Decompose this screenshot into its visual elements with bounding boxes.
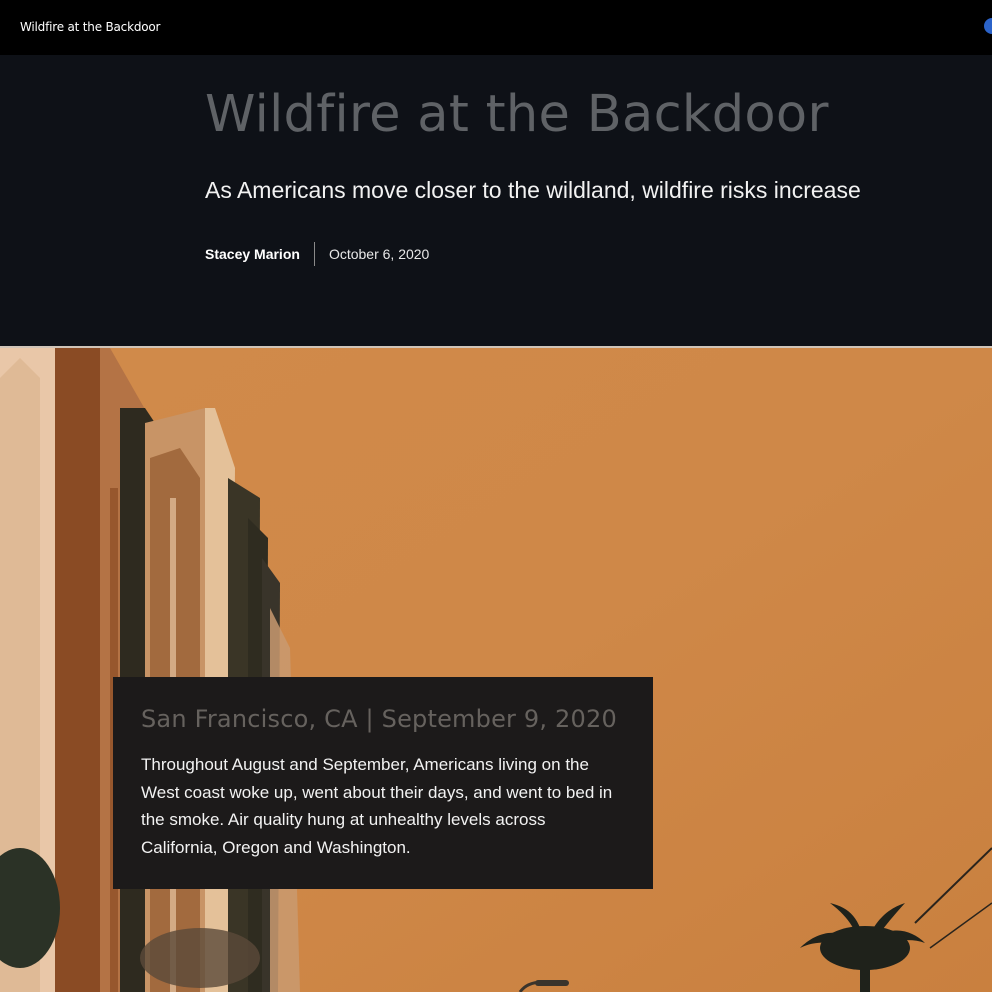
menu-button[interactable] xyxy=(984,18,992,34)
hero-photo xyxy=(0,348,992,992)
app-title[interactable]: Wildfire at the Backdoor xyxy=(20,20,160,34)
author-name: Stacey Marion xyxy=(205,246,300,262)
caption-body: Throughout August and September, America… xyxy=(141,755,613,857)
caption-panel: San Francisco, CA | September 9, 2020 Th… xyxy=(113,677,653,889)
story-header: Wildfire at the Backdoor As Americans mo… xyxy=(0,55,992,347)
caption-heading: San Francisco, CA | September 9, 2020 xyxy=(141,705,617,733)
story-subtitle: As Americans move closer to the wildland… xyxy=(205,177,861,203)
top-bar: Wildfire at the Backdoor xyxy=(0,0,992,55)
byline-separator xyxy=(313,242,315,266)
byline: Stacey Marion October 6, 2020 xyxy=(205,241,429,267)
publish-date: October 6, 2020 xyxy=(328,246,430,262)
story-title: Wildfire at the Backdoor xyxy=(205,85,829,144)
